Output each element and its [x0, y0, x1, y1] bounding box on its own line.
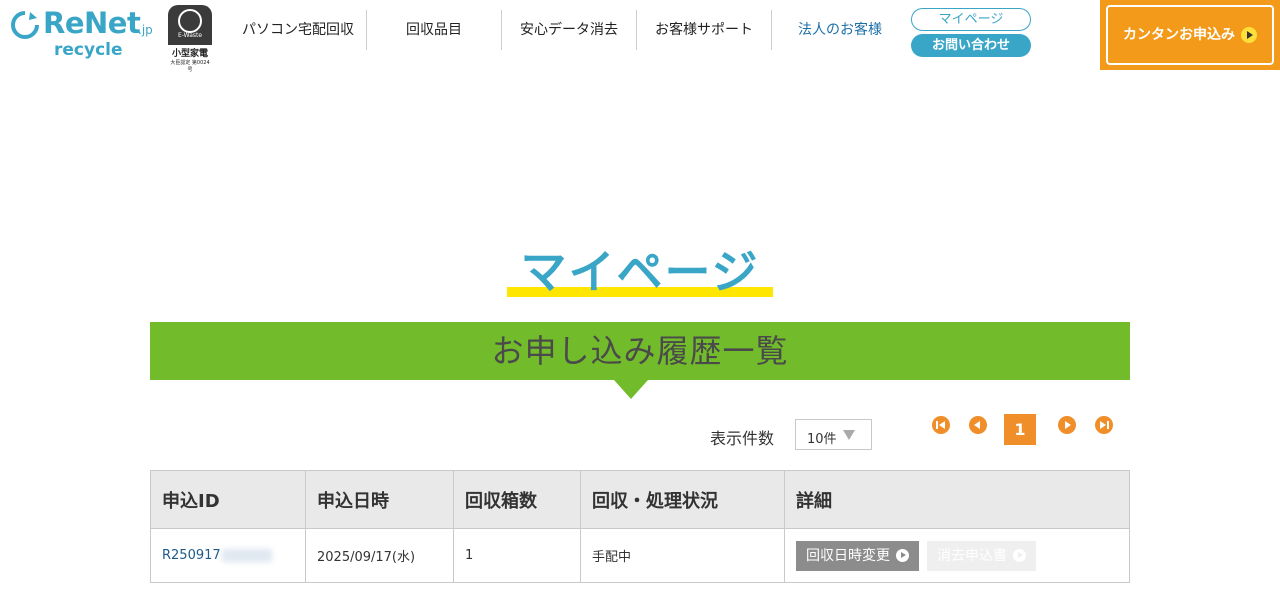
table-row: R250917 2025/09/17(水) 1 手配中 回収日時変更 消去申込書 — [150, 528, 1130, 583]
logo-name: ReNet — [43, 6, 141, 40]
table-header-row: 申込ID 申込日時 回収箱数 回収・処理状況 詳細 — [150, 470, 1130, 529]
nav-corporate[interactable]: 法人のお客様 — [772, 10, 908, 50]
page-title: マイページ — [520, 245, 760, 299]
badge-label: 小型家電 — [171, 49, 208, 59]
last-page-icon[interactable] — [1095, 416, 1113, 434]
col-header-id: 申込ID — [150, 470, 306, 529]
apply-cta-button[interactable]: カンタンお申込み — [1100, 0, 1280, 70]
section-title: お申し込み履歴一覧 — [491, 332, 789, 370]
col-header-status: 回収・処理状況 — [580, 470, 785, 529]
nav-pc-pickup[interactable]: パソコン宅配回収 — [230, 10, 367, 50]
application-id-link[interactable]: R250917 — [162, 548, 221, 563]
badge-cert: 大臣認定 第0024号 — [170, 60, 210, 73]
contact-button[interactable]: お問い合わせ — [911, 34, 1031, 57]
renet-logo[interactable]: ReNet .jp recycle — [10, 6, 160, 66]
mypage-button[interactable]: マイページ — [911, 8, 1031, 31]
col-header-date: 申込日時 — [305, 470, 454, 529]
erase-request-button: 消去申込書 — [927, 540, 1036, 571]
cell-status: 手配中 — [580, 528, 785, 583]
change-pickup-date-label: 回収日時変更 — [806, 547, 890, 564]
history-table: 申込ID 申込日時 回収箱数 回収・処理状況 詳細 R250917 2025/0… — [150, 470, 1130, 583]
redacted-id-suffix — [221, 549, 272, 562]
next-page-icon[interactable] — [1058, 416, 1076, 434]
first-page-icon[interactable] — [932, 416, 950, 434]
recycle-logo-icon — [11, 11, 39, 39]
cell-detail: 回収日時変更 消去申込書 — [784, 528, 1130, 583]
nav-data-erase[interactable]: 安心データ消去 — [502, 10, 637, 50]
page-title-area: マイページ — [0, 236, 1280, 302]
per-page-value: 10件 — [807, 432, 837, 447]
change-pickup-date-button[interactable]: 回収日時変更 — [796, 540, 919, 571]
main-nav: パソコン宅配回収 回収品目 安心データ消去 お客様サポート 法人のお客様 — [230, 10, 908, 50]
nav-items[interactable]: 回収品目 — [367, 10, 502, 50]
account-buttons: マイページ お問い合わせ — [911, 8, 1031, 57]
arrow-right-icon — [896, 549, 909, 562]
section-arrow — [614, 380, 648, 399]
site-header: ReNet .jp recycle E-Waste 小型家電 大臣認定 第002… — [0, 0, 1280, 75]
certification-mark-icon: E-Waste — [168, 5, 212, 45]
badge-mini-text: E-Waste — [177, 32, 203, 39]
logo-subtitle: recycle — [54, 40, 123, 60]
apply-cta-label: カンタンお申込み — [1123, 27, 1235, 43]
nav-support[interactable]: お客様サポート — [637, 10, 772, 50]
certification-badge: E-Waste 小型家電 大臣認定 第0024号 — [168, 5, 212, 73]
per-page-select[interactable]: 10件 — [795, 419, 872, 450]
dropdown-caret-icon — [843, 430, 855, 440]
arrow-right-icon — [1013, 549, 1026, 562]
prev-page-icon[interactable] — [969, 416, 987, 434]
col-header-boxes: 回収箱数 — [453, 470, 581, 529]
cell-id: R250917 — [150, 528, 306, 583]
section-heading: お申し込み履歴一覧 — [150, 322, 1130, 380]
logo-suffix: .jp — [138, 23, 153, 37]
cell-date: 2025/09/17(水) — [305, 528, 454, 583]
col-header-detail: 詳細 — [784, 470, 1130, 529]
arrow-right-icon — [1241, 27, 1257, 43]
cell-boxes: 1 — [453, 528, 581, 583]
erase-request-label: 消去申込書 — [937, 547, 1007, 564]
current-page[interactable]: 1 — [1004, 414, 1036, 445]
per-page-label: 表示件数 — [710, 429, 775, 448]
